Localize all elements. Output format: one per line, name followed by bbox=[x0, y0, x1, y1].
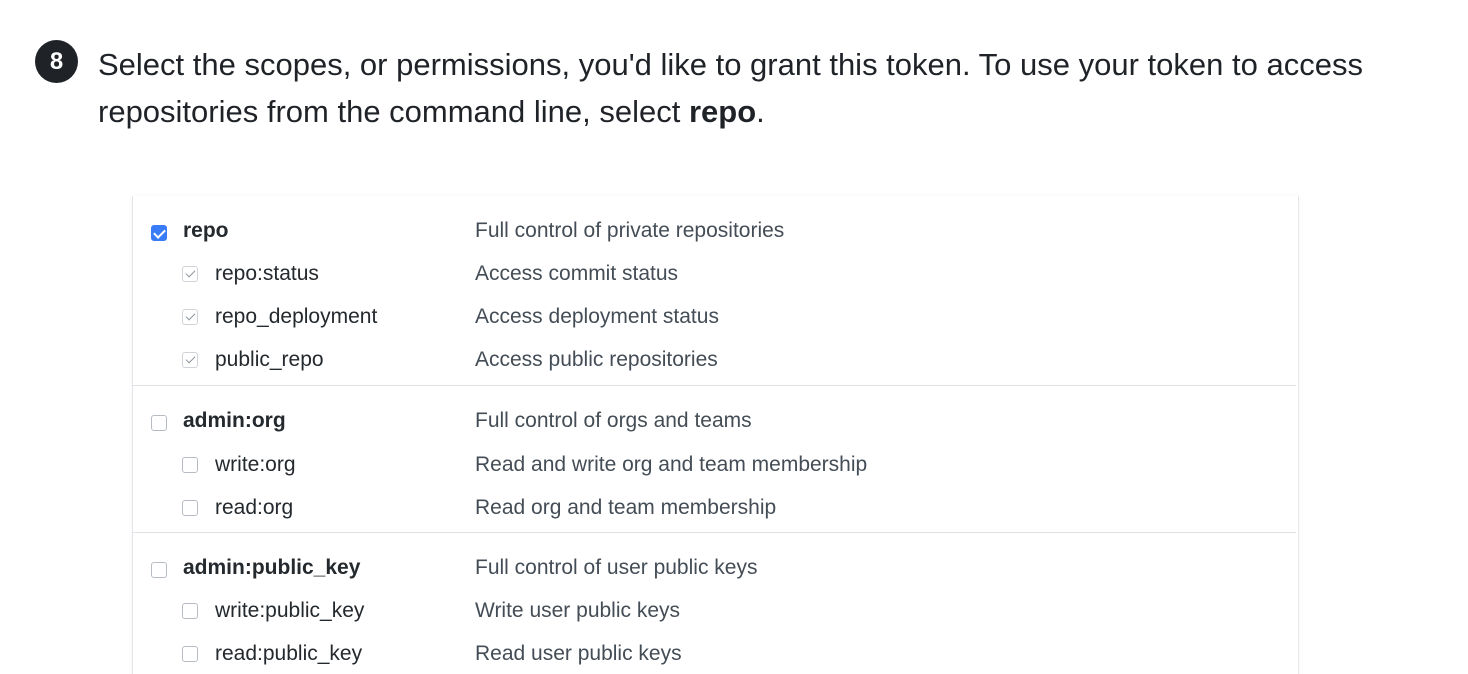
scope-checkbox-repo-status[interactable] bbox=[182, 266, 198, 282]
scope-row-read-public-key[interactable]: read:public_key Read user public keys bbox=[133, 625, 1298, 668]
scope-row-read-org[interactable]: read:org Read org and team membership bbox=[133, 479, 1298, 522]
scope-description: Full control of private repositories bbox=[475, 219, 785, 242]
scope-checkbox-write-org[interactable] bbox=[182, 457, 198, 473]
scope-row-write-org[interactable]: write:org Read and write org and team me… bbox=[133, 436, 1298, 479]
scope-checkbox-admin-public-key[interactable] bbox=[151, 562, 167, 578]
scope-row-admin-org[interactable]: admin:org Full control of orgs and teams bbox=[133, 392, 1298, 435]
scope-name: repo_deployment bbox=[215, 305, 378, 328]
scope-description: Full control of orgs and teams bbox=[475, 409, 752, 432]
scope-checkbox-repo-deployment[interactable] bbox=[182, 309, 198, 325]
scope-description: Read org and team membership bbox=[475, 496, 777, 519]
group-divider bbox=[133, 532, 1296, 533]
scope-row-admin-public-key[interactable]: admin:public_key Full control of user pu… bbox=[133, 539, 1298, 582]
scope-row-write-public-key[interactable]: write:public_key Write user public keys bbox=[133, 582, 1298, 625]
scope-description: Access public repositories bbox=[475, 348, 718, 371]
scope-description: Full control of user public keys bbox=[475, 556, 758, 579]
scope-name: admin:org bbox=[183, 409, 286, 432]
scope-description: Write user public keys bbox=[475, 599, 681, 622]
step-text-after: . bbox=[756, 94, 765, 129]
step-bold-word: repo bbox=[688, 94, 757, 129]
scope-name: read:public_key bbox=[215, 642, 363, 665]
step-number-badge: 8 bbox=[35, 40, 78, 83]
step-instructions: Select the scopes, or permissions, you'd… bbox=[98, 41, 1458, 135]
scope-name: read:org bbox=[215, 496, 294, 519]
scope-checkbox-admin-org[interactable] bbox=[151, 415, 167, 431]
scope-name: repo:status bbox=[215, 262, 319, 285]
scope-checkbox-read-public-key[interactable] bbox=[182, 646, 198, 662]
step-number: 8 bbox=[49, 47, 64, 75]
scope-row-repo-deployment[interactable]: repo_deployment Access deployment status bbox=[133, 288, 1298, 331]
scopes-panel: repo Full control of private repositorie… bbox=[132, 196, 1299, 674]
group-divider bbox=[133, 385, 1296, 386]
scope-checkbox-repo[interactable] bbox=[151, 225, 167, 241]
docs-page: 8 Select the scopes, or permissions, you… bbox=[0, 0, 1468, 674]
scope-row-public-repo[interactable]: public_repo Access public repositories bbox=[133, 331, 1298, 374]
scope-checkbox-public-repo[interactable] bbox=[182, 352, 198, 368]
scope-description: Read user public keys bbox=[475, 642, 682, 665]
scope-name: admin:public_key bbox=[183, 556, 361, 579]
scope-name: write:org bbox=[215, 453, 296, 476]
scope-row-repo-status[interactable]: repo:status Access commit status bbox=[133, 245, 1298, 288]
scope-checkbox-read-org[interactable] bbox=[182, 500, 198, 516]
scope-checkbox-write-public-key[interactable] bbox=[182, 603, 198, 619]
scope-description: Access deployment status bbox=[475, 305, 719, 328]
scope-name: write:public_key bbox=[215, 599, 365, 622]
scope-name: public_repo bbox=[215, 348, 324, 371]
scope-description: Read and write org and team membership bbox=[475, 453, 868, 476]
scope-description: Access commit status bbox=[475, 262, 679, 285]
scope-row-repo[interactable]: repo Full control of private repositorie… bbox=[133, 202, 1298, 245]
scope-name: repo bbox=[183, 219, 229, 242]
